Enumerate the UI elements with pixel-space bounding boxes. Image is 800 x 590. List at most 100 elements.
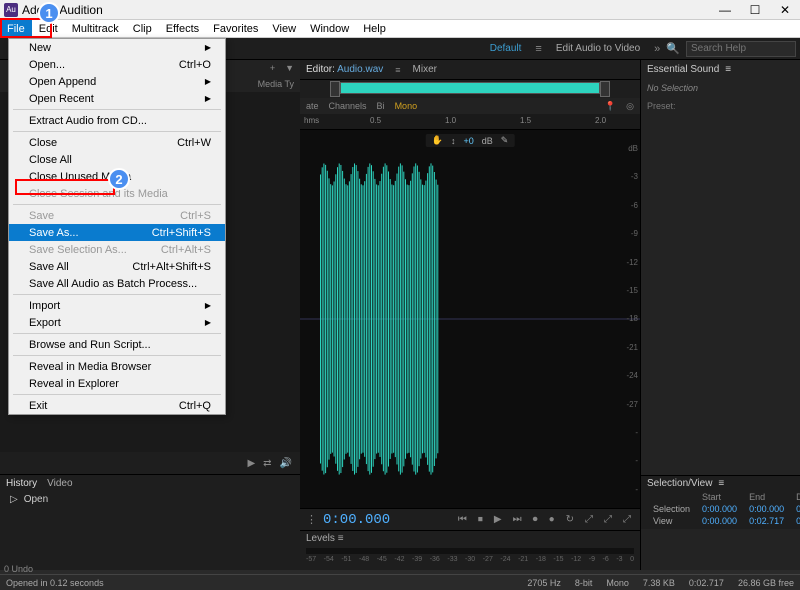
menu-view[interactable]: View: [265, 20, 303, 38]
db-tick: -9: [618, 229, 638, 238]
pin-icon[interactable]: 📍: [605, 101, 616, 112]
editor-tab-menu-icon[interactable]: ≡: [395, 65, 400, 75]
editor-tab-filename: Audio.wav: [337, 64, 383, 75]
tab-video[interactable]: Video: [47, 478, 72, 489]
hud-gain-value[interactable]: +0: [460, 136, 476, 146]
transport-btn-4[interactable]: ⏺: [530, 514, 541, 525]
essential-no-selection: No Selection: [641, 79, 800, 97]
chevrons-icon[interactable]: »: [654, 43, 660, 55]
selview-row-selection: Selection 0:00.000 0:00.000 0:00.000: [647, 503, 800, 515]
menu-help[interactable]: Help: [356, 20, 393, 38]
transport-btn-3[interactable]: ⏭: [510, 514, 525, 525]
target-icon[interactable]: ◎: [626, 101, 634, 112]
callout-badge-2: 2: [108, 168, 130, 190]
plus-icon[interactable]: +: [270, 63, 275, 73]
callout-badge-1: 1: [38, 2, 60, 24]
waveform-area[interactable]: ✋ ↕ +0 dB ✎ dB-3-6-9-12-15-18-21-24-27--…: [300, 130, 640, 508]
hud-arrow-icon[interactable]: ↕: [448, 136, 459, 146]
selview-sel-start[interactable]: 0:00.000: [696, 503, 743, 515]
menu-file[interactable]: File: [0, 20, 32, 38]
play-icon[interactable]: ▶: [247, 458, 255, 469]
history-item-open[interactable]: ▷ Open: [0, 492, 300, 507]
menu-multitrack[interactable]: Multitrack: [65, 20, 126, 38]
menu-item-save-all[interactable]: Save AllCtrl+Alt+Shift+S: [9, 258, 225, 275]
file-menu-dropdown: New▶Open...Ctrl+OOpen Append▶Open Recent…: [8, 38, 226, 415]
search-input[interactable]: [686, 41, 796, 57]
timeline-overview[interactable]: [300, 80, 640, 98]
workspace-menu-icon[interactable]: ≡: [535, 43, 541, 55]
levels-tick: -30: [465, 556, 475, 563]
selview-view-end[interactable]: 0:02.717: [743, 515, 790, 527]
transport-btn-1[interactable]: ⏹: [475, 514, 486, 525]
menu-item-reveal-in-media-browser[interactable]: Reveal in Media Browser: [9, 358, 225, 375]
menu-clip[interactable]: Clip: [126, 20, 159, 38]
filter-icon[interactable]: ▼: [285, 63, 294, 73]
center-column: Editor: Audio.wav ≡ Mixer ate Channels B…: [300, 60, 640, 570]
menu-item-open-recent[interactable]: Open Recent▶: [9, 90, 225, 107]
hud-hand-icon[interactable]: ✋: [429, 135, 446, 146]
close-button[interactable]: ✕: [770, 0, 800, 20]
menu-window[interactable]: Window: [303, 20, 356, 38]
menu-item-open-append[interactable]: Open Append▶: [9, 73, 225, 90]
workspace-edit-audio-video[interactable]: Edit Audio to Video: [548, 43, 648, 54]
levels-tick: -6: [603, 556, 609, 563]
menu-item-extract-audio-from-cd[interactable]: Extract Audio from CD...: [9, 112, 225, 129]
menu-item-import[interactable]: Import▶: [9, 297, 225, 314]
selview-sel-dur[interactable]: 0:00.000: [790, 503, 800, 515]
hud-pencil-icon[interactable]: ✎: [498, 135, 512, 146]
transport-btn-2[interactable]: ▶: [491, 514, 505, 525]
menu-separator: [13, 355, 221, 356]
transport-btn-0[interactable]: ⏮: [455, 514, 470, 525]
workspace-default[interactable]: Default: [482, 43, 530, 54]
transport-btn-9[interactable]: ⤢: [620, 514, 634, 525]
levels-tick: -48: [359, 556, 369, 563]
tab-mixer[interactable]: Mixer: [413, 64, 437, 75]
overview-handle-left[interactable]: [330, 81, 340, 97]
menu-separator: [13, 333, 221, 334]
menu-item-close-all[interactable]: Close All: [9, 151, 225, 168]
timecode-menu-icon[interactable]: ⋮: [306, 513, 317, 526]
tab-history[interactable]: History: [6, 478, 37, 489]
transport-btn-6[interactable]: ↻: [563, 514, 577, 525]
transport-btn-7[interactable]: ⤢: [582, 514, 596, 525]
waveform-toolbar: ✋ ↕ +0 dB ✎: [426, 134, 515, 147]
menu-item-browse-and-run-script[interactable]: Browse and Run Script...: [9, 336, 225, 353]
transport-btn-5[interactable]: ●: [546, 514, 558, 525]
app-icon: Au: [4, 3, 18, 17]
channels-label: Channels: [329, 101, 367, 111]
menu-effects[interactable]: Effects: [159, 20, 206, 38]
selview-view-start[interactable]: 0:00.000: [696, 515, 743, 527]
menu-item-open[interactable]: Open...Ctrl+O: [9, 56, 225, 73]
timecode[interactable]: 0:00.000: [323, 512, 390, 528]
levels-tick: -3: [616, 556, 622, 563]
menu-item-close[interactable]: CloseCtrl+W: [9, 134, 225, 151]
levels-tick: -21: [518, 556, 528, 563]
speaker-icon[interactable]: 🔊: [280, 458, 292, 469]
preset-label: Preset:: [647, 101, 676, 111]
minimize-button[interactable]: —: [710, 0, 740, 20]
maximize-button[interactable]: ☐: [740, 0, 770, 20]
essential-menu-icon[interactable]: ≡: [725, 64, 731, 75]
menu-favorites[interactable]: Favorites: [206, 20, 265, 38]
history-item-icon: ▷: [10, 494, 18, 505]
ruler-tick-3: 2.0: [595, 116, 606, 125]
hud-db-label: dB: [479, 136, 496, 146]
time-ruler[interactable]: hms 0.5 1.0 1.5 2.0: [300, 114, 640, 130]
overview-handle-right[interactable]: [600, 81, 610, 97]
levels-tick: -24: [500, 556, 510, 563]
menu-item-exit[interactable]: ExitCtrl+Q: [9, 397, 225, 414]
levels-menu-icon[interactable]: ≡: [338, 533, 344, 544]
loop-icon[interactable]: ⇄: [263, 458, 271, 469]
menu-item-save-as[interactable]: Save As...Ctrl+Shift+S: [9, 224, 225, 241]
menu-item-new[interactable]: New▶: [9, 39, 225, 56]
selview-sel-end[interactable]: 0:00.000: [743, 503, 790, 515]
levels-tick: -54: [324, 556, 334, 563]
selview-menu-icon[interactable]: ≡: [718, 478, 724, 489]
menu-item-export[interactable]: Export▶: [9, 314, 225, 331]
selview-h1: Start: [696, 491, 743, 503]
selview-view-dur[interactable]: 0:02.717: [790, 515, 800, 527]
transport-btn-8[interactable]: ⤢: [601, 514, 615, 525]
menu-item-reveal-in-explorer[interactable]: Reveal in Explorer: [9, 375, 225, 392]
menu-item-save-all-audio-as-batch-process[interactable]: Save All Audio as Batch Process...: [9, 275, 225, 292]
tab-editor[interactable]: Editor: Audio.wav: [306, 64, 383, 75]
